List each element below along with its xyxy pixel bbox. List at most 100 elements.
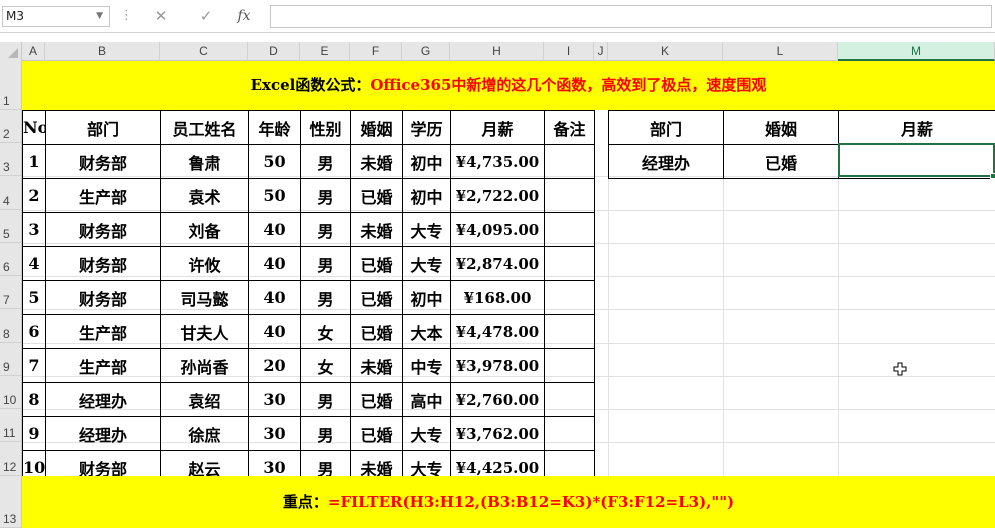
row-header-12[interactable]: 12 [0,442,22,476]
header-cell[interactable]: 月薪 [450,110,545,145]
name-box[interactable]: M3 ▼ [2,6,110,27]
column-header-d[interactable]: D [248,42,300,61]
header-cell[interactable]: 备注 [544,110,595,145]
formula-input[interactable] [270,5,992,28]
table-cell[interactable]: 鲁肃 [160,144,249,179]
table-cell[interactable]: 50 [248,144,301,179]
insert-function-icon[interactable]: fx [233,5,255,27]
table-cell[interactable] [544,416,595,451]
table-cell[interactable]: 男 [300,246,351,281]
header-cell[interactable]: 部门 [45,110,161,145]
table-cell[interactable] [544,314,595,349]
header-cell[interactable]: 学历 [402,110,451,145]
row-header-7[interactable]: 7 [0,276,22,309]
criteria-department-cell[interactable]: 经理办 [608,144,724,179]
header-cell[interactable]: 员工姓名 [160,110,249,145]
table-cell[interactable]: 甘夫人 [160,314,249,349]
sheet-title[interactable]: Excel函数公式：Office365中新增的这几个函数，高效到了极点，速度围观 [22,61,995,110]
table-cell[interactable]: 生产部 [45,348,161,383]
column-header-f[interactable]: F [350,42,402,61]
column-header-j[interactable]: J [594,42,608,61]
table-cell[interactable]: 初中 [402,144,451,179]
table-cell[interactable]: 30 [248,416,301,451]
table-cell[interactable]: 20 [248,348,301,383]
select-all-corner[interactable] [0,42,22,61]
table-cell[interactable]: 4 [22,246,46,281]
table-cell[interactable]: 袁绍 [160,382,249,417]
table-cell[interactable]: 已婚 [350,416,403,451]
salary-cell[interactable]: ¥2,760.00 [450,382,545,417]
table-cell[interactable]: 1 [22,144,46,179]
table-cell[interactable]: 经理办 [45,416,161,451]
table-cell[interactable]: 50 [248,178,301,213]
row-header-3[interactable]: 3 [0,143,22,176]
table-cell[interactable]: 6 [22,314,46,349]
table-cell[interactable]: 已婚 [350,382,403,417]
column-header-m[interactable]: M [838,42,995,61]
row-header-6[interactable]: 6 [0,243,22,276]
column-header-c[interactable]: C [160,42,248,61]
table-cell[interactable]: 已婚 [350,246,403,281]
criteria-marital-cell[interactable]: 已婚 [723,144,839,179]
table-cell[interactable]: 大专 [402,212,451,247]
table-cell[interactable]: 未婚 [350,348,403,383]
table-cell[interactable] [544,280,595,315]
row-header-2[interactable]: 2 [0,110,22,143]
table-cell[interactable]: 中专 [402,348,451,383]
table-cell[interactable]: 30 [248,382,301,417]
header-cell[interactable]: 部门 [608,110,724,145]
table-cell[interactable]: 刘备 [160,212,249,247]
table-cell[interactable]: 男 [300,280,351,315]
table-cell[interactable]: 男 [300,212,351,247]
table-cell[interactable] [544,178,595,213]
table-cell[interactable]: 已婚 [350,178,403,213]
table-cell[interactable]: 女 [300,314,351,349]
table-cell[interactable]: 未婚 [350,144,403,179]
salary-cell[interactable]: ¥2,722.00 [450,178,545,213]
column-header-e[interactable]: E [300,42,350,61]
table-cell[interactable]: 大专 [402,246,451,281]
chevron-down-icon[interactable]: ▼ [96,7,103,26]
column-header-g[interactable]: G [402,42,450,61]
table-cell[interactable]: 7 [22,348,46,383]
table-cell[interactable]: 5 [22,280,46,315]
header-cell[interactable]: 月薪 [838,110,995,145]
salary-cell[interactable]: ¥4,478.00 [450,314,545,349]
table-cell[interactable]: 司马懿 [160,280,249,315]
row-header-8[interactable]: 8 [0,309,22,343]
table-cell[interactable]: 生产部 [45,314,161,349]
table-cell[interactable]: 男 [300,382,351,417]
salary-cell[interactable]: ¥4,095.00 [450,212,545,247]
column-header-l[interactable]: L [723,42,838,61]
table-cell[interactable]: 40 [248,212,301,247]
table-cell[interactable]: 8 [22,382,46,417]
table-cell[interactable] [544,144,595,179]
column-header-h[interactable]: H [450,42,544,61]
table-cell[interactable]: 财务部 [45,280,161,315]
row-header-9[interactable]: 9 [0,343,22,376]
salary-cell[interactable]: ¥3,762.00 [450,416,545,451]
row-header-13[interactable]: 13 [0,476,22,528]
salary-cell[interactable]: ¥4,735.00 [450,144,545,179]
table-cell[interactable]: 孙尚香 [160,348,249,383]
table-cell[interactable]: 已婚 [350,280,403,315]
enter-icon[interactable]: ✓ [195,5,217,27]
table-cell[interactable] [544,348,595,383]
table-cell[interactable] [544,246,595,281]
fill-handle[interactable] [990,173,995,179]
header-cell[interactable]: 婚姻 [350,110,403,145]
drag-handle-icon[interactable]: ⋮ [120,8,133,23]
table-cell[interactable]: 财务部 [45,246,161,281]
table-cell[interactable]: 高中 [402,382,451,417]
table-cell[interactable]: 许攸 [160,246,249,281]
table-cell[interactable]: 2 [22,178,46,213]
table-cell[interactable]: 初中 [402,178,451,213]
table-cell[interactable]: 袁术 [160,178,249,213]
cancel-icon[interactable]: ✕ [150,5,172,27]
table-cell[interactable]: 男 [300,178,351,213]
row-header-4[interactable]: 4 [0,176,22,210]
salary-cell[interactable]: ¥3,978.00 [450,348,545,383]
table-cell[interactable]: 女 [300,348,351,383]
column-header-a[interactable]: A [22,42,45,61]
header-cell[interactable]: 年龄 [248,110,301,145]
